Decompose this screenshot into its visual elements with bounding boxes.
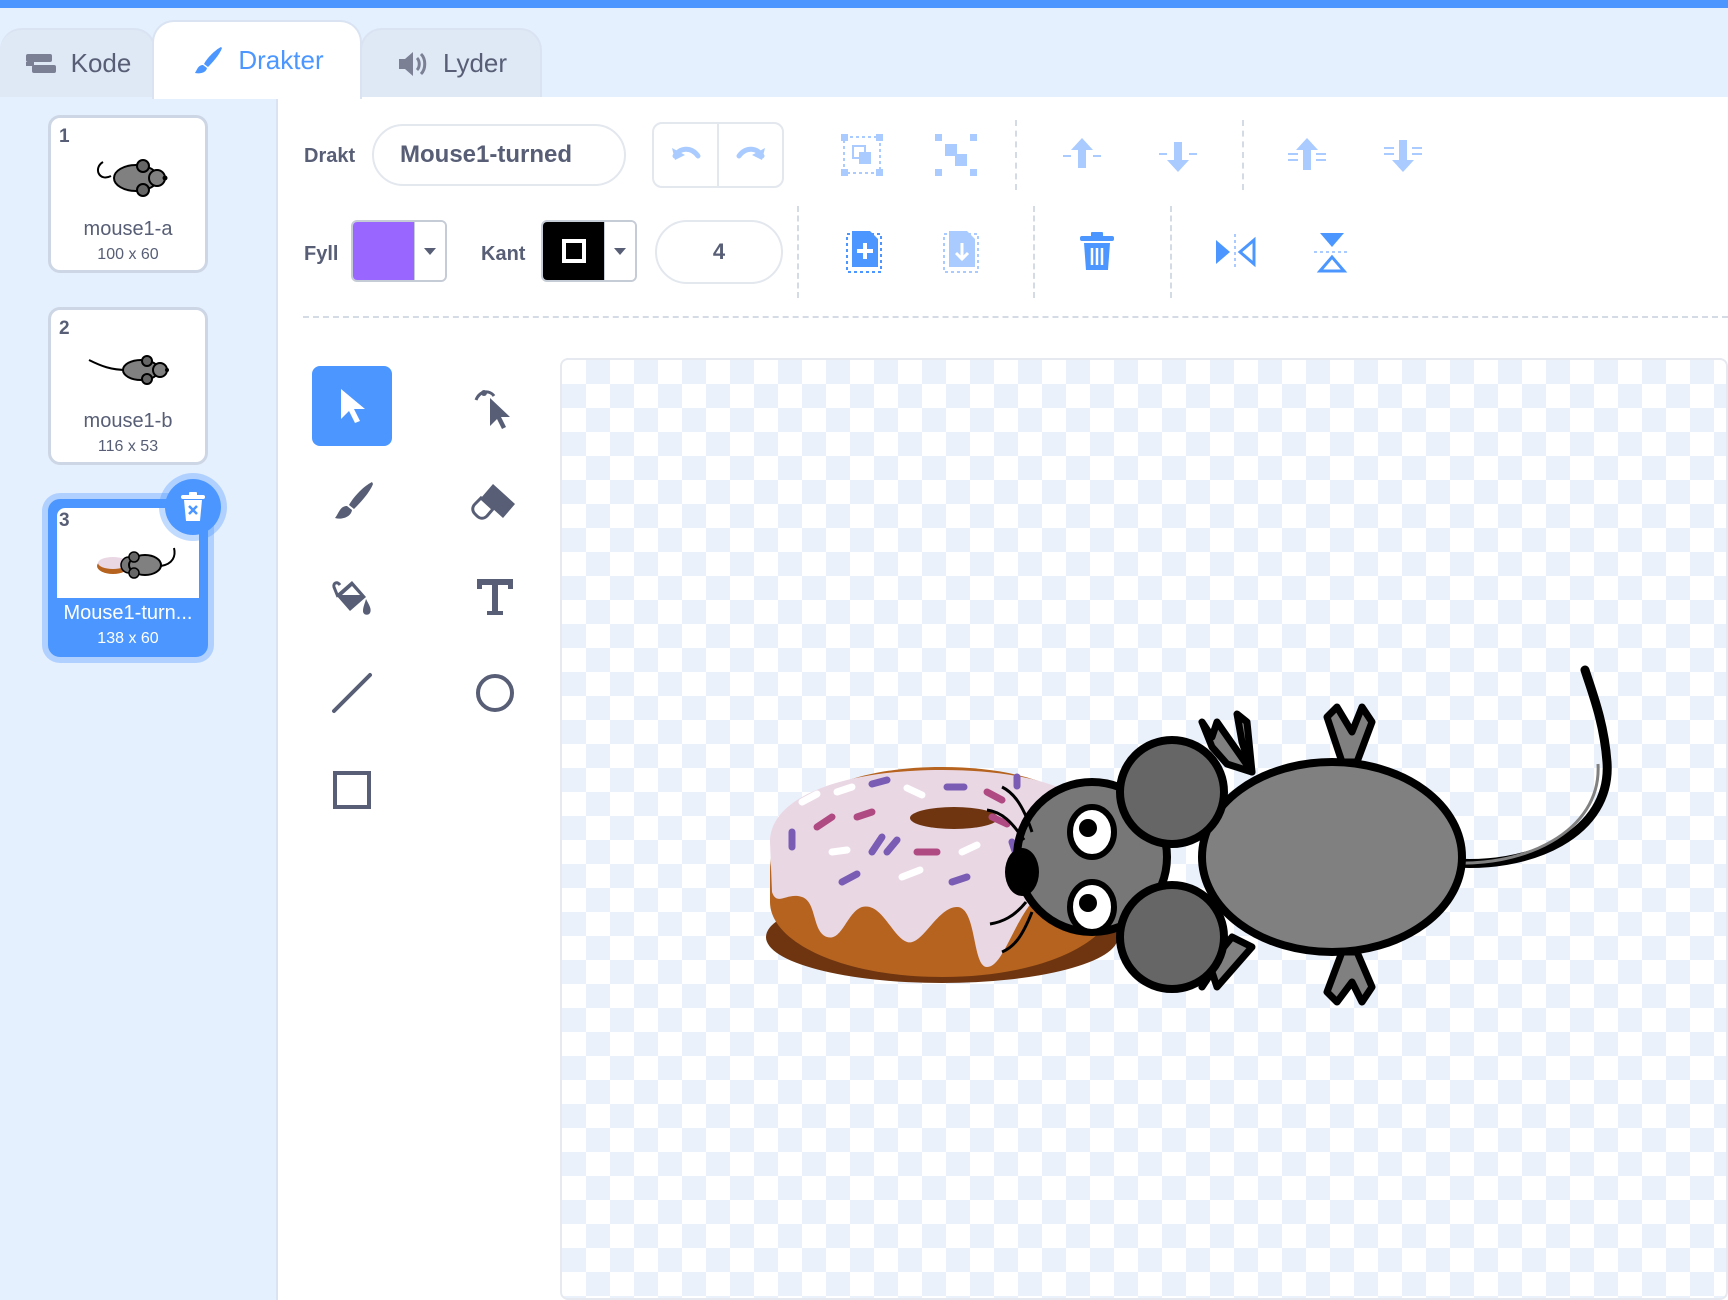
tab-code-label: Kode xyxy=(70,48,132,78)
speaker-icon xyxy=(395,49,431,79)
arrow-down-icon xyxy=(1159,142,1197,172)
reshape-icon xyxy=(474,390,510,429)
outline-width-input[interactable]: 4 xyxy=(655,220,783,284)
costume-number: 1 xyxy=(59,126,70,147)
select-tool[interactable] xyxy=(312,366,392,446)
circle-tool[interactable] xyxy=(455,653,535,733)
rectangle-icon xyxy=(333,771,371,809)
outline-color-picker[interactable] xyxy=(541,220,637,282)
paintbrush-icon xyxy=(190,46,226,76)
fill-color-swatch xyxy=(353,222,415,280)
undo-icon xyxy=(671,146,700,160)
costume-artwork xyxy=(766,665,1612,1006)
costume-size: 116 x 53 xyxy=(97,438,159,455)
tab-sounds[interactable]: Lyder xyxy=(360,28,542,97)
send-to-back-icon xyxy=(1384,140,1422,172)
circle-icon xyxy=(476,674,514,712)
costume-name: mouse1-b xyxy=(83,410,173,432)
paint-bucket-icon xyxy=(332,581,371,615)
line-tool[interactable] xyxy=(312,653,392,733)
costume-name-label: Drakt xyxy=(304,145,356,167)
tab-sounds-label: Lyder xyxy=(442,48,508,78)
costume-list xyxy=(0,97,278,1300)
rectangle-tool[interactable] xyxy=(312,750,392,830)
top-accent-bar xyxy=(0,0,1728,8)
toolbar-divider xyxy=(1033,206,1035,298)
ungroup-button[interactable] xyxy=(926,125,986,185)
redo-icon xyxy=(736,146,765,160)
copy-icon xyxy=(846,231,882,273)
costume-size: 100 x 60 xyxy=(97,246,159,263)
forward-button[interactable] xyxy=(1052,125,1112,185)
fill-label: Fyll xyxy=(304,243,339,265)
flip-horizontal-button[interactable] xyxy=(1205,222,1265,282)
flip-horizontal-icon xyxy=(1216,234,1256,270)
eraser-tool[interactable] xyxy=(455,462,535,542)
delete-shape-button[interactable] xyxy=(1067,222,1127,282)
trash-icon xyxy=(1080,232,1114,270)
undo-redo-group xyxy=(652,122,784,188)
reshape-tool[interactable] xyxy=(455,366,535,446)
costume-item[interactable]: 2 mouse1-b 116 x 53 xyxy=(48,307,208,465)
flip-vertical-icon xyxy=(1314,233,1350,273)
bring-to-front-icon xyxy=(1288,138,1326,170)
outline-color-swatch xyxy=(543,222,605,280)
paste-icon xyxy=(943,231,979,273)
ungroup-icon xyxy=(935,134,977,176)
editor-tabs: Kode Drakter Lyder xyxy=(0,8,1728,99)
undo-button[interactable] xyxy=(654,124,717,186)
costume-thumbnail xyxy=(96,159,168,197)
costume-number: 3 xyxy=(59,510,70,531)
fill-tool[interactable] xyxy=(312,557,392,637)
delete-costume-button[interactable] xyxy=(165,479,221,535)
paste-button[interactable] xyxy=(931,222,991,282)
outline-label: Kant xyxy=(481,243,526,265)
chevron-down-icon xyxy=(414,222,445,280)
copy-button[interactable] xyxy=(834,222,894,282)
toolbar-divider xyxy=(1242,120,1244,190)
line-icon xyxy=(332,673,372,713)
flip-vertical-button[interactable] xyxy=(1302,222,1362,282)
paintbrush-icon xyxy=(335,482,373,519)
trash-icon xyxy=(181,492,205,521)
tab-costumes[interactable]: Drakter xyxy=(152,20,362,99)
brush-tool[interactable] xyxy=(312,462,392,542)
back-button[interactable] xyxy=(1373,125,1433,185)
chevron-down-icon xyxy=(604,222,635,280)
costume-thumbnail xyxy=(88,355,169,385)
fill-color-picker[interactable] xyxy=(351,220,447,282)
toolbar-divider xyxy=(1170,206,1172,298)
costume-number: 2 xyxy=(59,318,70,339)
toolbar-divider xyxy=(797,206,799,298)
eraser-icon xyxy=(471,484,515,520)
costume-size: 138 x 60 xyxy=(97,630,159,647)
front-button[interactable] xyxy=(1277,125,1337,185)
tab-code[interactable]: Kode xyxy=(0,28,156,97)
backward-button[interactable] xyxy=(1148,125,1208,185)
tab-costumes-label: Drakter xyxy=(238,45,324,75)
costume-name: mouse1-a xyxy=(83,218,173,240)
text-tool[interactable] xyxy=(455,557,535,637)
costume-name: Mouse1-turn... xyxy=(63,602,193,624)
arrow-cursor-icon xyxy=(341,389,365,423)
toolbar-separator xyxy=(303,316,1728,318)
arrow-up-icon xyxy=(1063,138,1101,168)
text-icon xyxy=(477,579,513,615)
toolbar-divider xyxy=(1015,120,1017,190)
costume-thumbnail xyxy=(97,547,176,579)
costume-name-input[interactable]: Mouse1-turned xyxy=(372,124,626,186)
group-icon xyxy=(841,134,883,176)
paint-canvas[interactable] xyxy=(560,358,1728,1300)
code-blocks-icon xyxy=(23,49,59,79)
redo-button[interactable] xyxy=(717,124,782,186)
costume-item[interactable]: 1 mouse1-a 100 x 60 xyxy=(48,115,208,273)
group-button[interactable] xyxy=(832,125,892,185)
